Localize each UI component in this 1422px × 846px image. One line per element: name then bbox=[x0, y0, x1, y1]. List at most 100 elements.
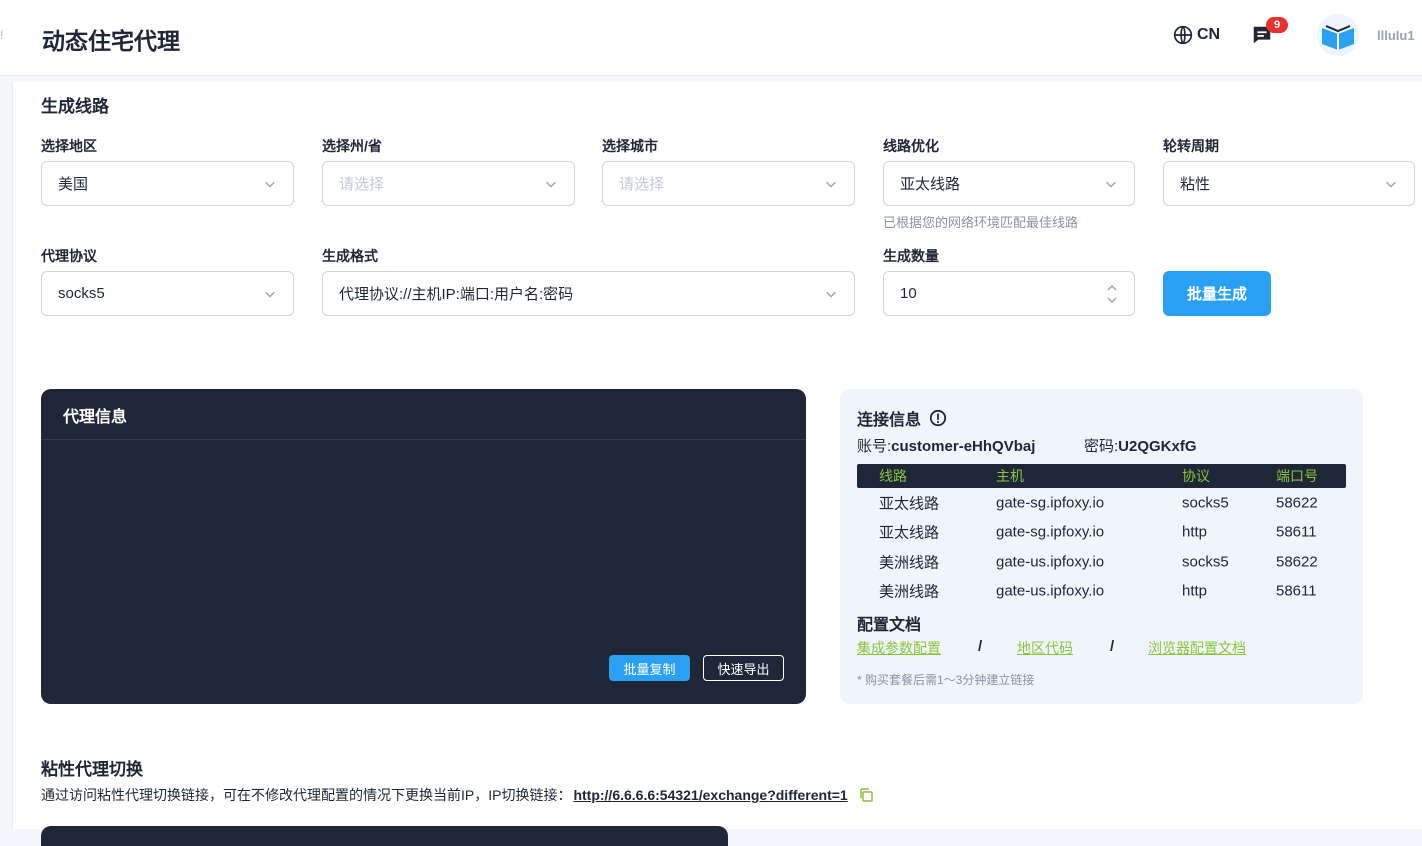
table-row: 亚太线路 gate-sg.ipfoxy.io socks5 58622 bbox=[857, 488, 1346, 518]
chevron-down-icon bbox=[546, 181, 556, 188]
main-card: 生成线路 选择地区 美国 选择州/省 请选择 选择城市 请选择 线路优化 亚太线… bbox=[12, 82, 1422, 846]
sticky-switch-panel bbox=[41, 826, 728, 846]
page-title: 动态住宅代理 bbox=[42, 28, 180, 54]
rotation-select[interactable]: 粘性 bbox=[1163, 161, 1415, 206]
edge-mark: ! bbox=[0, 28, 4, 42]
region-label: 选择地区 bbox=[41, 138, 97, 154]
info-icon[interactable] bbox=[929, 409, 947, 427]
port-cell: 58611 bbox=[1276, 582, 1317, 600]
chevron-down-icon bbox=[265, 181, 275, 188]
top-bar: ! 动态住宅代理 CN 9 llluIu1 bbox=[0, 0, 1422, 76]
account-value: customer-eHhQVbaj bbox=[891, 438, 1036, 455]
password-value: U2QGKxfG bbox=[1118, 438, 1197, 455]
city-select[interactable]: 请选择 bbox=[602, 161, 855, 206]
state-placeholder: 请选择 bbox=[339, 176, 385, 193]
avatar[interactable] bbox=[1317, 14, 1359, 56]
stepper-arrows[interactable] bbox=[1106, 284, 1118, 304]
book-logo-icon bbox=[1322, 25, 1354, 50]
chevron-down-icon bbox=[826, 181, 836, 188]
port-cell: 58622 bbox=[1276, 494, 1318, 512]
connection-info-title-text: 连接信息 bbox=[857, 412, 922, 429]
connection-info-panel: 连接信息 账号:customer-eHhQVbaj 密码:U2QGKxfG 线路… bbox=[840, 389, 1363, 704]
quantity-stepper[interactable]: 10 bbox=[883, 271, 1135, 316]
connection-info-title: 连接信息 bbox=[857, 406, 947, 430]
port-cell: 58611 bbox=[1276, 523, 1317, 541]
docs-title: 配置文档 bbox=[857, 617, 922, 634]
protocol-label: 代理协议 bbox=[41, 248, 97, 264]
protocol-cell: socks5 bbox=[1182, 553, 1229, 571]
route-select[interactable]: 亚太线路 bbox=[883, 161, 1135, 206]
proxy-info-panel: 代理信息 批量复制 快速导出 bbox=[41, 389, 806, 704]
account-label: 账号: bbox=[857, 438, 892, 455]
integration-params-link[interactable]: 集成参数配置 bbox=[857, 638, 941, 658]
city-placeholder: 请选择 bbox=[619, 176, 665, 193]
region-value: 美国 bbox=[58, 176, 89, 193]
format-select[interactable]: 代理协议://主机IP:端口:用户名:密码 bbox=[322, 271, 855, 316]
proxy-info-title: 代理信息 bbox=[41, 389, 806, 440]
host-cell: gate-us.ipfoxy.io bbox=[996, 553, 1105, 571]
account-info: 账号:customer-eHhQVbaj bbox=[857, 435, 1035, 456]
rotation-value: 粘性 bbox=[1180, 176, 1211, 193]
route-cell: 美洲线路 bbox=[879, 554, 940, 572]
password-label: 密码: bbox=[1084, 438, 1119, 455]
table-row: 亚太线路 gate-sg.ipfoxy.io http 58611 bbox=[857, 518, 1346, 548]
route-value: 亚太线路 bbox=[900, 176, 961, 193]
route-hint: 已根据您的网络环境匹配最佳线路 bbox=[883, 215, 1079, 230]
state-label: 选择州/省 bbox=[322, 138, 382, 154]
protocol-value: socks5 bbox=[58, 285, 105, 302]
rotation-label: 轮转周期 bbox=[1163, 138, 1219, 154]
protocol-cell: http bbox=[1182, 523, 1208, 541]
route-cell: 亚太线路 bbox=[879, 495, 940, 513]
host-cell: gate-sg.ipfoxy.io bbox=[996, 494, 1105, 512]
column-header: 端口号 bbox=[1276, 468, 1318, 484]
protocol-select[interactable]: socks5 bbox=[41, 271, 294, 316]
quick-export-button[interactable]: 快速导出 bbox=[703, 655, 784, 681]
browser-config-doc-link[interactable]: 浏览器配置文档 bbox=[1148, 638, 1246, 658]
protocol-cell: socks5 bbox=[1182, 494, 1229, 512]
connection-table: 线路 主机 协议 端口号 亚太线路 gate-sg.ipfoxy.io sock… bbox=[857, 464, 1346, 606]
language-switcher[interactable]: CN bbox=[1173, 25, 1220, 45]
route-cell: 美洲线路 bbox=[879, 583, 940, 601]
notification-badge: 9 bbox=[1266, 17, 1288, 33]
sticky-switch-title: 粘性代理切换 bbox=[41, 760, 143, 779]
chevron-down-icon bbox=[1106, 181, 1116, 188]
column-header: 协议 bbox=[1182, 468, 1210, 484]
table-row: 美洲线路 gate-us.ipfoxy.io socks5 58622 bbox=[857, 547, 1346, 577]
chevron-up-icon[interactable] bbox=[1106, 284, 1118, 292]
globe-icon bbox=[1173, 25, 1193, 45]
batch-copy-button[interactable]: 批量复制 bbox=[609, 655, 690, 681]
chevron-down-icon bbox=[826, 291, 836, 298]
protocol-cell: http bbox=[1182, 582, 1208, 600]
quantity-label: 生成数量 bbox=[883, 248, 939, 264]
setup-note: * 购买套餐后需1～3分钟建立链接 bbox=[857, 673, 1035, 687]
copy-icon[interactable] bbox=[858, 787, 874, 803]
region-select[interactable]: 美国 bbox=[41, 161, 294, 206]
column-header: 线路 bbox=[879, 468, 907, 484]
messages-button[interactable]: 9 bbox=[1251, 17, 1288, 48]
chevron-down-icon bbox=[1386, 181, 1396, 188]
language-label: CN bbox=[1197, 26, 1221, 43]
sticky-description-text: 通过访问粘性代理切换链接，可在不修改代理配置的情况下更换当前IP，IP切换链接： bbox=[41, 787, 572, 803]
table-header: 线路 主机 协议 端口号 bbox=[857, 464, 1346, 488]
route-label: 线路优化 bbox=[883, 138, 939, 154]
chevron-down-icon bbox=[265, 291, 275, 298]
sticky-switch-description: 通过访问粘性代理切换链接，可在不修改代理配置的情况下更换当前IP，IP切换链接：… bbox=[41, 785, 874, 805]
host-cell: gate-us.ipfoxy.io bbox=[996, 582, 1105, 600]
chevron-down-icon[interactable] bbox=[1106, 296, 1118, 304]
format-value: 代理协议://主机IP:端口:用户名:密码 bbox=[339, 286, 574, 303]
region-code-link[interactable]: 地区代码 bbox=[1017, 638, 1073, 658]
generate-section-title: 生成线路 bbox=[41, 97, 109, 116]
quantity-value: 10 bbox=[900, 285, 917, 302]
host-cell: gate-sg.ipfoxy.io bbox=[996, 523, 1105, 541]
city-label: 选择城市 bbox=[602, 138, 658, 154]
username[interactable]: llluIu1 bbox=[1377, 28, 1415, 43]
format-label: 生成格式 bbox=[322, 248, 378, 264]
ip-switch-link[interactable]: http://6.6.6.6:54321/exchange?different=… bbox=[573, 787, 847, 803]
generate-button[interactable]: 批量生成 bbox=[1163, 271, 1271, 316]
separator: / bbox=[978, 638, 983, 655]
state-select[interactable]: 请选择 bbox=[322, 161, 575, 206]
table-row: 美洲线路 gate-us.ipfoxy.io http 58611 bbox=[857, 577, 1346, 607]
separator: / bbox=[1110, 638, 1115, 655]
column-header: 主机 bbox=[996, 468, 1024, 484]
route-cell: 亚太线路 bbox=[879, 524, 940, 542]
